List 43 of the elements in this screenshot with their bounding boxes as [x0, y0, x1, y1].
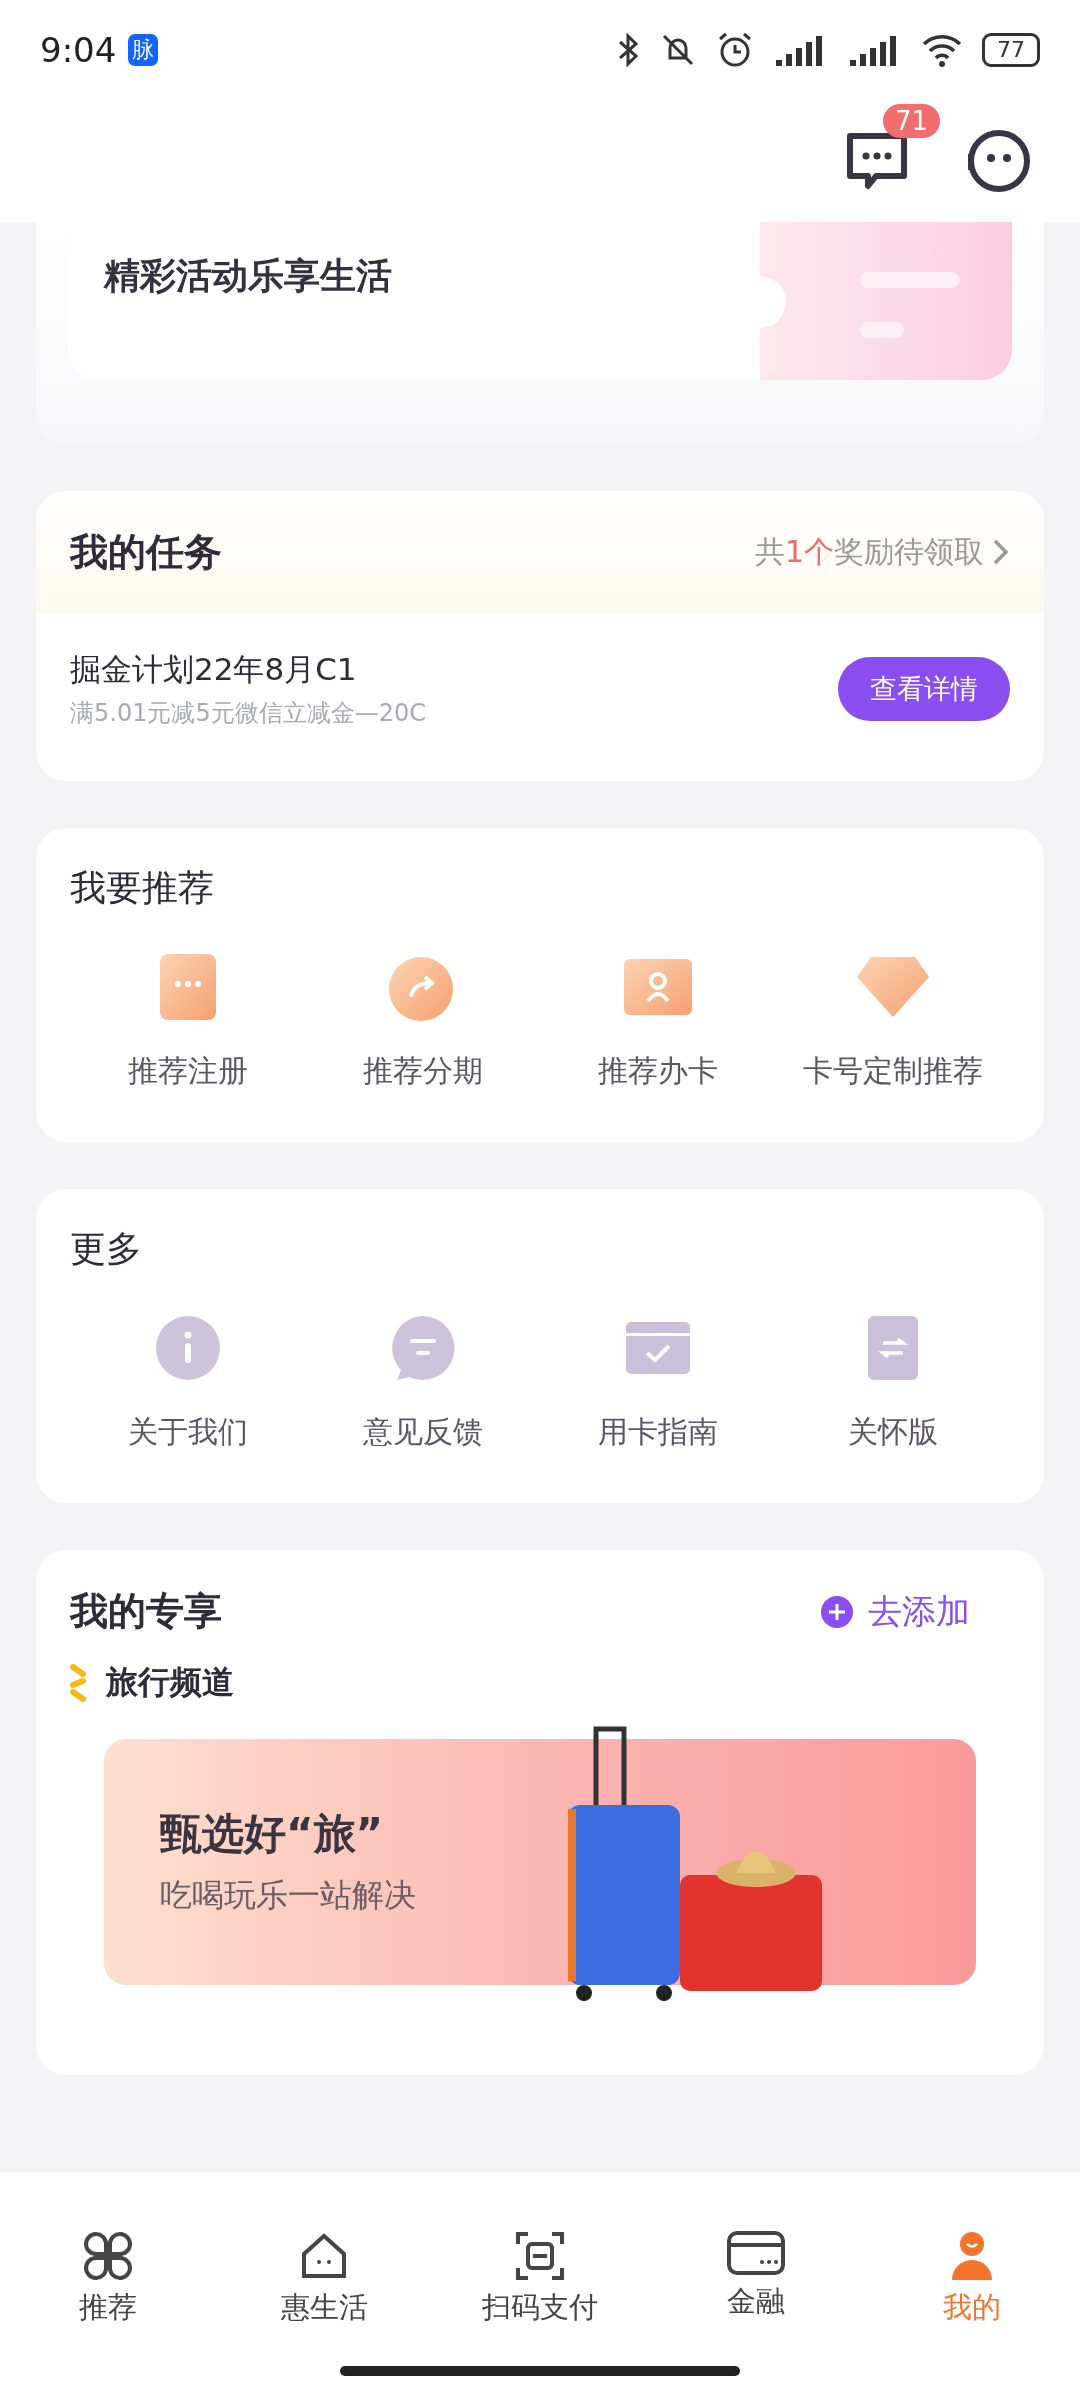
- shortcut-label[interactable]: 推荐办卡: [597, 1051, 718, 1092]
- channel-title: 旅行频道: [106, 1662, 234, 1703]
- shortcut-label[interactable]: 卡号定制推荐: [802, 1051, 983, 1092]
- add-button[interactable]: 去添加: [820, 1588, 970, 1635]
- status-time: 9:04: [40, 30, 117, 70]
- clover-icon: [82, 2230, 134, 2282]
- shortcut-label[interactable]: 关怀版: [847, 1412, 938, 1453]
- plus-icon: [820, 1594, 854, 1629]
- swap-phone-icon: [866, 1315, 919, 1381]
- bluetooth-icon: [618, 32, 640, 68]
- banner-subtitle: 吃喝玩乐一站解决: [160, 1875, 416, 1916]
- info-icon: [154, 1315, 221, 1381]
- view-details-button[interactable]: 查看详情: [838, 657, 1010, 721]
- chevron-right-icon: [992, 538, 1010, 566]
- dots-tile-icon: [157, 952, 218, 1022]
- wifi-icon: [920, 32, 964, 68]
- shortcut-label[interactable]: 推荐分期: [362, 1051, 483, 1092]
- alarm-icon: [716, 31, 754, 69]
- person-card-icon: [621, 957, 694, 1017]
- unread-count-badge: 71: [882, 104, 940, 138]
- task-description: 满5.01元减5元微信立减金—20C: [70, 698, 426, 729]
- app-notification-icon: 脉: [128, 34, 159, 66]
- channel-marker-icon: [70, 1664, 86, 1702]
- nav-tab[interactable]: 金融: [648, 2230, 864, 2328]
- nav-tab[interactable]: 推荐: [0, 2230, 216, 2328]
- section-title: 更多: [70, 1227, 143, 1271]
- shortcut-label[interactable]: 推荐注册: [127, 1051, 248, 1092]
- shortcut-label[interactable]: 关于我们: [127, 1412, 248, 1453]
- nav-tab[interactable]: 扫码支付: [432, 2230, 648, 2328]
- shortcut-label[interactable]: 用卡指南: [597, 1412, 718, 1453]
- check-card-icon: [624, 1321, 691, 1375]
- task-title: 掘金计划22年8月C1: [70, 650, 358, 689]
- banner-title: 甄选好“旅”: [160, 1808, 385, 1860]
- card-icon: [726, 2230, 786, 2276]
- section-title: 我的任务: [70, 528, 222, 576]
- chat-bubble-icon: [389, 1315, 456, 1381]
- section-title: 我的专享: [70, 1588, 222, 1635]
- promo-title: 精彩活动乐享生活: [104, 254, 392, 298]
- battery-icon: 77: [982, 33, 1040, 67]
- section-title: 我要推荐: [70, 866, 215, 910]
- shortcut-label[interactable]: 意见反馈: [362, 1412, 483, 1453]
- scan-icon: [514, 2230, 566, 2282]
- nav-tab[interactable]: 惠生活: [216, 2230, 432, 2328]
